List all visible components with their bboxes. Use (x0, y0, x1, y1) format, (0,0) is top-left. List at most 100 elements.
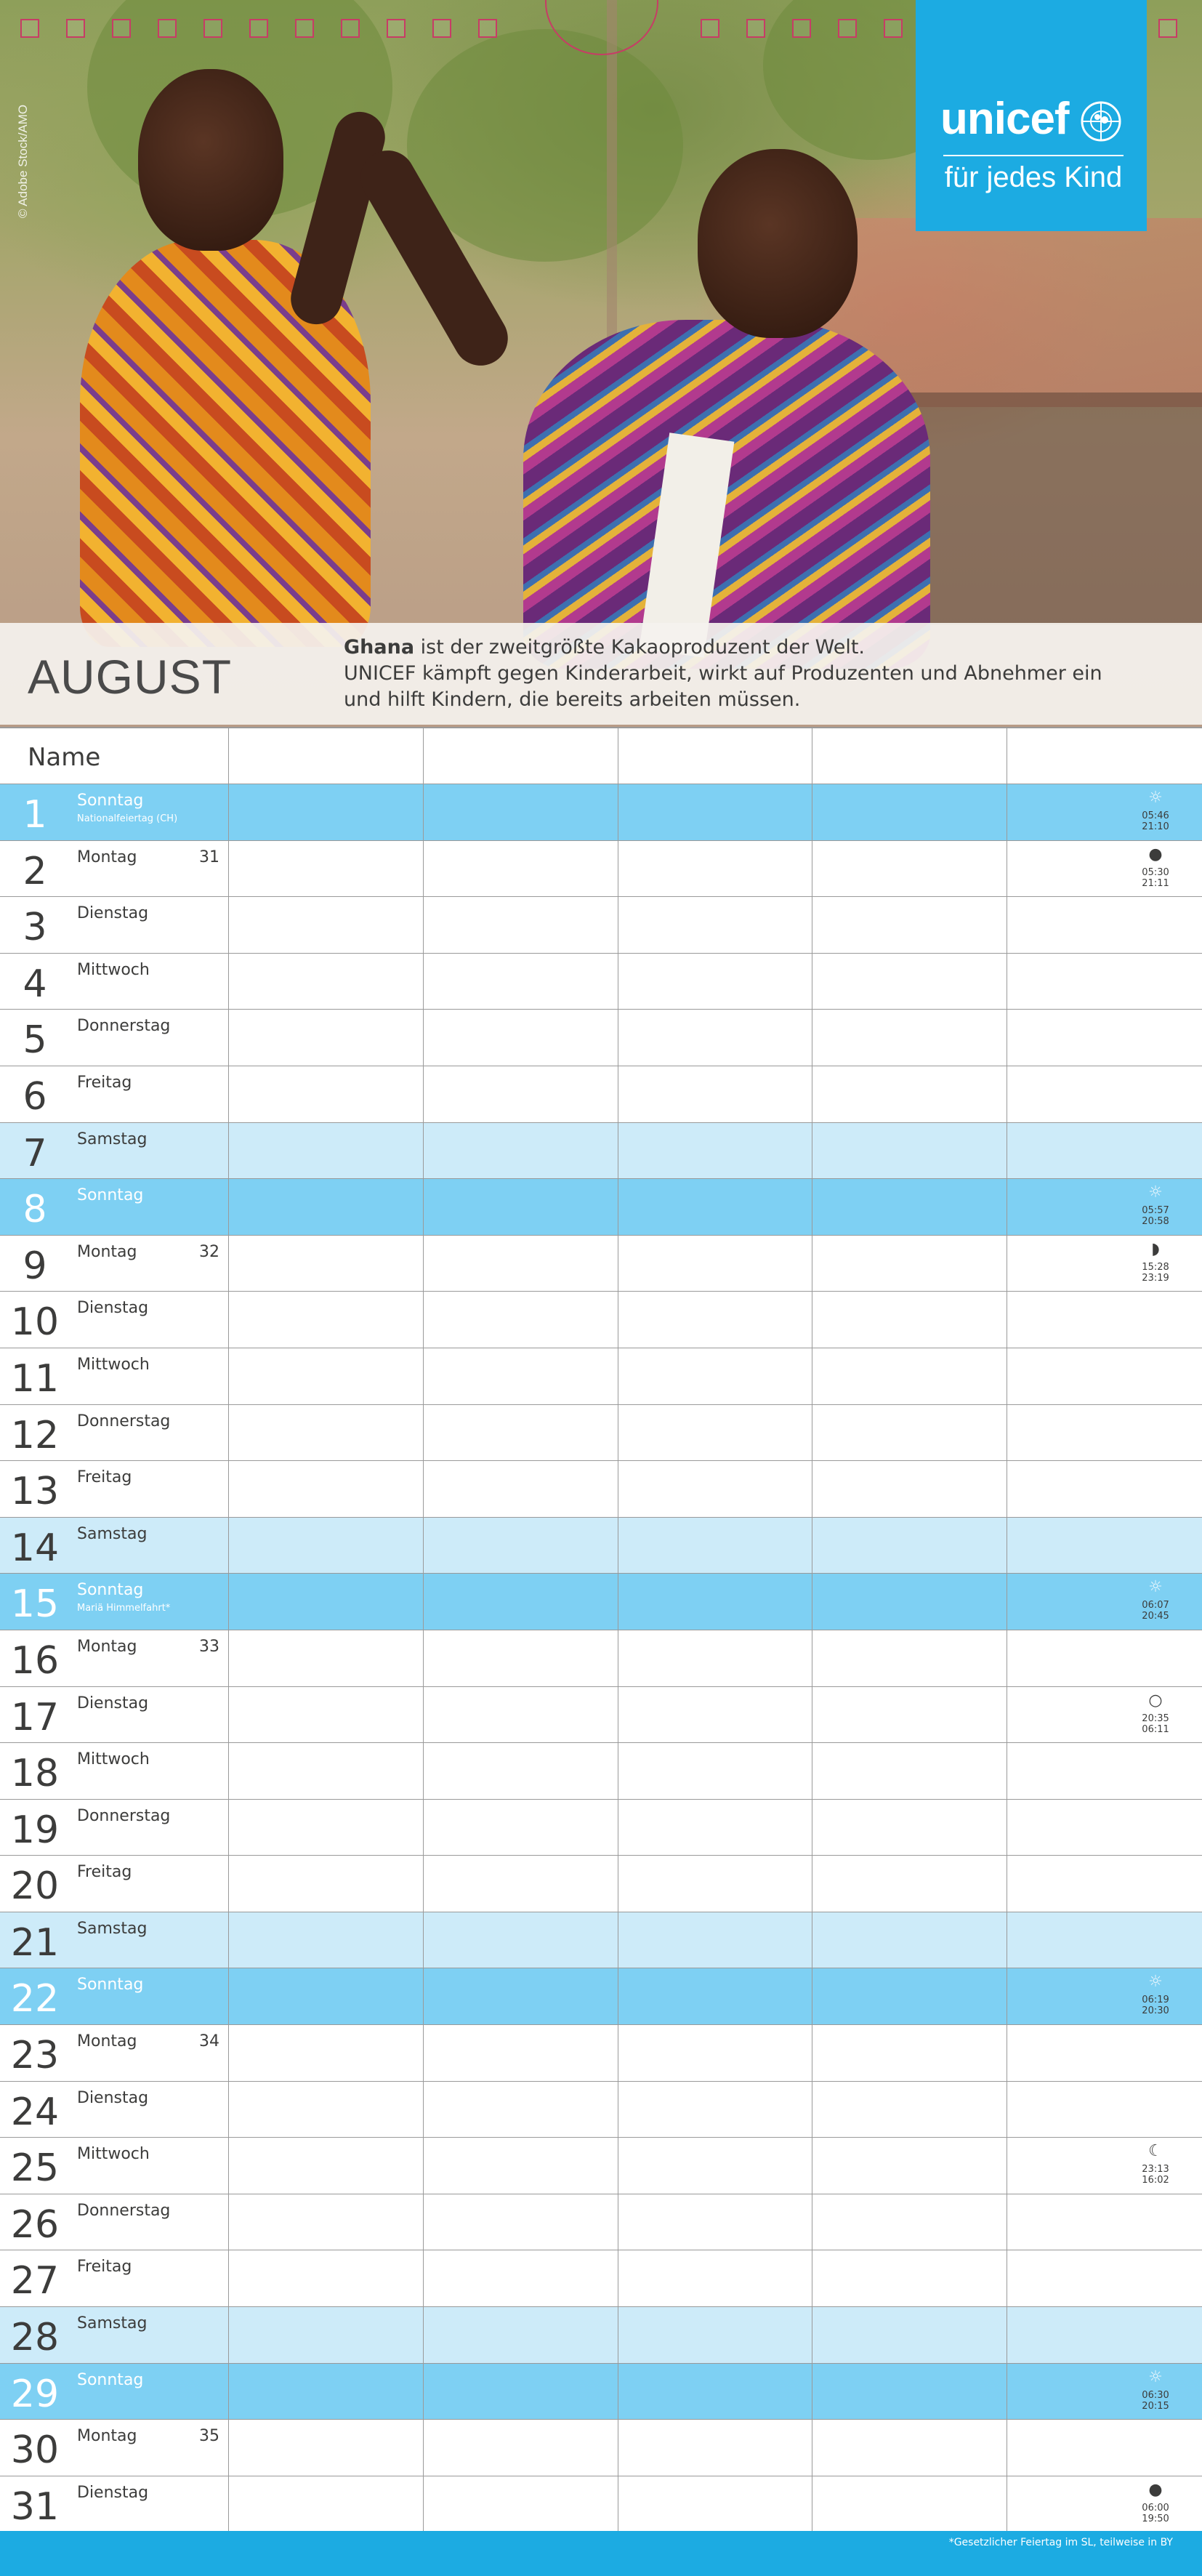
entry-cell[interactable]: ● 05:30 21:11 (1007, 841, 1202, 897)
entry-cell[interactable] (424, 1122, 618, 1179)
entry-cell[interactable] (424, 2307, 618, 2363)
entry-cell[interactable] (229, 2025, 424, 2081)
entry-cell[interactable] (229, 1686, 424, 1743)
entry-cell[interactable] (812, 2194, 1008, 2250)
entry-cell[interactable] (424, 2420, 618, 2476)
entry-cell[interactable] (618, 1292, 813, 1348)
entry-cell[interactable] (812, 2420, 1008, 2476)
entry-cell[interactable]: ☼ 05:46 21:10 (1007, 784, 1202, 840)
entry-cell[interactable] (618, 1630, 813, 1686)
entry-cell[interactable]: ☼ 05:57 20:58 (1007, 1179, 1202, 1235)
entry-cell[interactable] (424, 2363, 618, 2420)
name-entry-cell[interactable] (812, 728, 1008, 784)
entry-cell[interactable] (424, 1686, 618, 1743)
entry-cell[interactable] (424, 2250, 618, 2307)
entry-cell[interactable] (229, 1517, 424, 1574)
entry-cell[interactable] (1007, 897, 1202, 953)
entry-cell[interactable] (424, 1404, 618, 1461)
entry-cell[interactable] (229, 1348, 424, 1404)
entry-cell[interactable] (1007, 2194, 1202, 2250)
entry-cell[interactable] (229, 1461, 424, 1517)
entry-cell[interactable] (812, 1010, 1008, 1066)
entry-cell[interactable] (229, 1404, 424, 1461)
entry-cell[interactable] (618, 1235, 813, 1292)
name-entry-cell[interactable] (424, 728, 618, 784)
entry-cell[interactable] (424, 1461, 618, 1517)
entry-cell[interactable] (1007, 2082, 1202, 2138)
entry-cell[interactable] (618, 1574, 813, 1630)
entry-cell[interactable] (812, 2363, 1008, 2420)
entry-cell[interactable] (229, 1912, 424, 1968)
entry-cell[interactable] (812, 1630, 1008, 1686)
entry-cell[interactable] (618, 1066, 813, 1122)
entry-cell[interactable] (618, 1404, 813, 1461)
entry-cell[interactable] (812, 1912, 1008, 1968)
entry-cell[interactable] (812, 1404, 1008, 1461)
entry-cell[interactable] (812, 1461, 1008, 1517)
entry-cell[interactable] (229, 2420, 424, 2476)
entry-cell[interactable] (229, 2081, 424, 2138)
entry-cell[interactable] (1007, 1743, 1202, 1799)
entry-cell[interactable] (618, 1179, 813, 1235)
entry-cell[interactable] (229, 2138, 424, 2194)
entry-cell[interactable] (812, 1968, 1008, 2025)
entry-cell[interactable] (1007, 1405, 1202, 1461)
entry-cell[interactable] (229, 1179, 424, 1235)
entry-cell[interactable] (229, 1066, 424, 1122)
entry-cell[interactable] (812, 1179, 1008, 1235)
entry-cell[interactable] (1007, 2250, 1202, 2306)
entry-cell[interactable] (424, 2138, 618, 2194)
entry-cell[interactable] (1007, 954, 1202, 1010)
entry-cell[interactable]: ☼ 06:19 20:30 (1007, 1968, 1202, 2024)
entry-cell[interactable] (618, 1799, 813, 1856)
entry-cell[interactable] (229, 1856, 424, 1912)
entry-cell[interactable] (229, 2363, 424, 2420)
entry-cell[interactable] (424, 1856, 618, 1912)
entry-cell[interactable] (618, 2025, 813, 2081)
entry-cell[interactable] (229, 1743, 424, 1799)
entry-cell[interactable] (424, 2081, 618, 2138)
entry-cell[interactable] (229, 840, 424, 897)
entry-cell[interactable] (424, 1348, 618, 1404)
entry-cell[interactable] (424, 1066, 618, 1122)
entry-cell[interactable] (229, 2307, 424, 2363)
entry-cell[interactable] (424, 1292, 618, 1348)
entry-cell[interactable] (424, 1743, 618, 1799)
entry-cell[interactable] (618, 1010, 813, 1066)
entry-cell[interactable] (618, 1686, 813, 1743)
entry-cell[interactable] (618, 953, 813, 1010)
entry-cell[interactable] (229, 1968, 424, 2025)
entry-cell[interactable] (812, 897, 1008, 953)
entry-cell[interactable] (812, 840, 1008, 897)
entry-cell[interactable] (229, 2476, 424, 2532)
entry-cell[interactable] (424, 1968, 618, 2025)
entry-cell[interactable] (229, 1574, 424, 1630)
entry-cell[interactable] (229, 897, 424, 953)
entry-cell[interactable] (229, 1122, 424, 1179)
entry-cell[interactable] (812, 2138, 1008, 2194)
entry-cell[interactable] (1007, 1856, 1202, 1912)
entry-cell[interactable] (812, 1122, 1008, 1179)
entry-cell[interactable] (229, 2250, 424, 2307)
entry-cell[interactable] (1007, 1630, 1202, 1686)
entry-cell[interactable]: ☼ 06:07 20:45 (1007, 1574, 1202, 1630)
entry-cell[interactable] (1007, 1066, 1202, 1122)
entry-cell[interactable] (424, 953, 618, 1010)
entry-cell[interactable] (812, 2307, 1008, 2363)
entry-cell[interactable] (812, 953, 1008, 1010)
entry-cell[interactable] (1007, 1461, 1202, 1517)
entry-cell[interactable] (812, 1686, 1008, 1743)
entry-cell[interactable] (424, 2025, 618, 2081)
entry-cell[interactable] (812, 2476, 1008, 2532)
entry-cell[interactable] (229, 1799, 424, 1856)
entry-cell[interactable] (812, 1574, 1008, 1630)
entry-cell[interactable] (812, 2025, 1008, 2081)
entry-cell[interactable] (1007, 1518, 1202, 1574)
entry-cell[interactable] (424, 1179, 618, 1235)
entry-cell[interactable] (424, 1517, 618, 1574)
entry-cell[interactable]: ◗ 15:28 23:19 (1007, 1236, 1202, 1292)
entry-cell[interactable] (618, 2138, 813, 2194)
entry-cell[interactable] (618, 1856, 813, 1912)
entry-cell[interactable] (424, 1010, 618, 1066)
entry-cell[interactable] (618, 1348, 813, 1404)
